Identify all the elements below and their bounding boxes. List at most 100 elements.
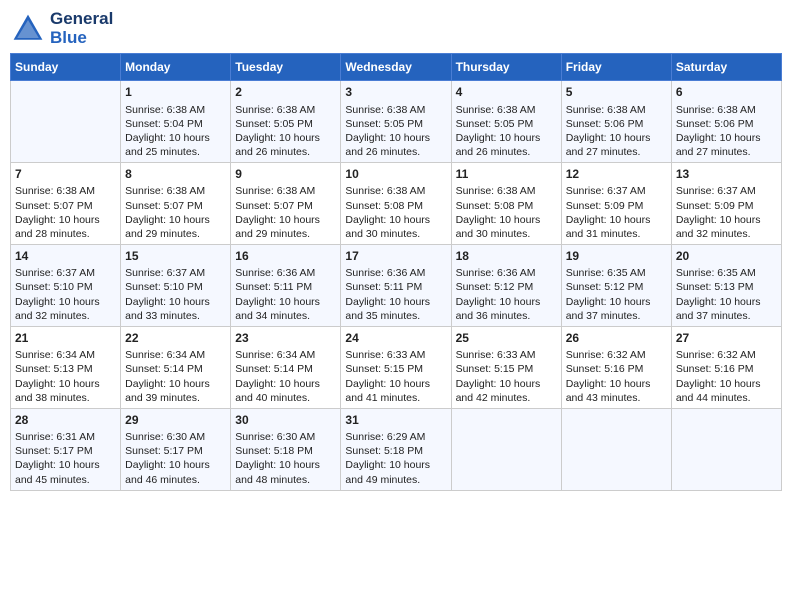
day-info: Sunrise: 6:31 AM Sunset: 5:17 PM Dayligh… <box>15 430 116 487</box>
day-info: Sunrise: 6:38 AM Sunset: 5:07 PM Dayligh… <box>125 184 226 241</box>
day-number: 5 <box>566 84 667 100</box>
calendar-cell: 16 Sunrise: 6:36 AM Sunset: 5:11 PM Dayli… <box>231 245 341 327</box>
day-number: 1 <box>125 84 226 100</box>
day-number: 21 <box>15 330 116 346</box>
day-number: 25 <box>456 330 557 346</box>
day-number: 7 <box>15 166 116 182</box>
calendar-cell: 31 Sunrise: 6:29 AM Sunset: 5:18 PM Dayli… <box>341 408 451 490</box>
day-info: Sunrise: 6:33 AM Sunset: 5:15 PM Dayligh… <box>345 348 446 405</box>
calendar-cell <box>451 408 561 490</box>
calendar-cell: 18 Sunrise: 6:36 AM Sunset: 5:12 PM Dayli… <box>451 245 561 327</box>
day-info: Sunrise: 6:36 AM Sunset: 5:11 PM Dayligh… <box>235 266 336 323</box>
day-info: Sunrise: 6:38 AM Sunset: 5:05 PM Dayligh… <box>345 103 446 160</box>
calendar-cell: 23 Sunrise: 6:34 AM Sunset: 5:14 PM Dayli… <box>231 327 341 409</box>
day-number: 30 <box>235 412 336 428</box>
day-number: 24 <box>345 330 446 346</box>
calendar-cell: 7 Sunrise: 6:38 AM Sunset: 5:07 PM Daylig… <box>11 163 121 245</box>
calendar-cell: 13Sunrise: 6:37 AM Sunset: 5:09 PM Dayli… <box>671 163 781 245</box>
week-row-2: 7 Sunrise: 6:38 AM Sunset: 5:07 PM Daylig… <box>11 163 782 245</box>
day-info: Sunrise: 6:29 AM Sunset: 5:18 PM Dayligh… <box>345 430 446 487</box>
logo-text: General Blue <box>50 10 113 47</box>
day-info: Sunrise: 6:37 AM Sunset: 5:10 PM Dayligh… <box>125 266 226 323</box>
day-info: Sunrise: 6:38 AM Sunset: 5:08 PM Dayligh… <box>456 184 557 241</box>
day-info: Sunrise: 6:30 AM Sunset: 5:17 PM Dayligh… <box>125 430 226 487</box>
day-number: 15 <box>125 248 226 264</box>
calendar-cell: 15 Sunrise: 6:37 AM Sunset: 5:10 PM Dayli… <box>121 245 231 327</box>
day-info: Sunrise: 6:35 AM Sunset: 5:13 PM Dayligh… <box>676 266 777 323</box>
calendar-cell: 25 Sunrise: 6:33 AM Sunset: 5:15 PM Dayli… <box>451 327 561 409</box>
day-number: 4 <box>456 84 557 100</box>
day-info: Sunrise: 6:35 AM Sunset: 5:12 PM Dayligh… <box>566 266 667 323</box>
day-number: 22 <box>125 330 226 346</box>
day-info: Sunrise: 6:38 AM Sunset: 5:07 PM Dayligh… <box>15 184 116 241</box>
calendar-cell <box>671 408 781 490</box>
day-info: Sunrise: 6:34 AM Sunset: 5:13 PM Dayligh… <box>15 348 116 405</box>
day-info: Sunrise: 6:36 AM Sunset: 5:12 PM Dayligh… <box>456 266 557 323</box>
day-number: 19 <box>566 248 667 264</box>
day-number: 8 <box>125 166 226 182</box>
header-sunday: Sunday <box>11 54 121 81</box>
day-info: Sunrise: 6:38 AM Sunset: 5:05 PM Dayligh… <box>235 103 336 160</box>
day-info: Sunrise: 6:37 AM Sunset: 5:10 PM Dayligh… <box>15 266 116 323</box>
calendar-cell: 27 Sunrise: 6:32 AM Sunset: 5:16 PM Dayli… <box>671 327 781 409</box>
day-info: Sunrise: 6:33 AM Sunset: 5:15 PM Dayligh… <box>456 348 557 405</box>
day-info: Sunrise: 6:32 AM Sunset: 5:16 PM Dayligh… <box>566 348 667 405</box>
calendar-cell: 28 Sunrise: 6:31 AM Sunset: 5:17 PM Dayli… <box>11 408 121 490</box>
day-number: 10 <box>345 166 446 182</box>
calendar-cell: 19 Sunrise: 6:35 AM Sunset: 5:12 PM Dayli… <box>561 245 671 327</box>
header-wednesday: Wednesday <box>341 54 451 81</box>
calendar-cell: 5 Sunrise: 6:38 AM Sunset: 5:06 PM Daylig… <box>561 81 671 163</box>
day-number: 2 <box>235 84 336 100</box>
calendar-cell: 21 Sunrise: 6:34 AM Sunset: 5:13 PM Dayli… <box>11 327 121 409</box>
page-header: General Blue <box>10 10 782 47</box>
day-info: Sunrise: 6:30 AM Sunset: 5:18 PM Dayligh… <box>235 430 336 487</box>
day-info: Sunrise: 6:34 AM Sunset: 5:14 PM Dayligh… <box>125 348 226 405</box>
calendar-cell: 6Sunrise: 6:38 AM Sunset: 5:06 PM Daylig… <box>671 81 781 163</box>
day-number: 9 <box>235 166 336 182</box>
header-saturday: Saturday <box>671 54 781 81</box>
day-info: Sunrise: 6:37 AM Sunset: 5:09 PM Dayligh… <box>676 184 777 241</box>
day-number: 17 <box>345 248 446 264</box>
calendar-cell: 26Sunrise: 6:32 AM Sunset: 5:16 PM Dayli… <box>561 327 671 409</box>
day-number: 31 <box>345 412 446 428</box>
day-number: 11 <box>456 166 557 182</box>
calendar-cell: 8 Sunrise: 6:38 AM Sunset: 5:07 PM Daylig… <box>121 163 231 245</box>
calendar-cell <box>561 408 671 490</box>
day-info: Sunrise: 6:38 AM Sunset: 5:07 PM Dayligh… <box>235 184 336 241</box>
week-row-3: 14 Sunrise: 6:37 AM Sunset: 5:10 PM Dayli… <box>11 245 782 327</box>
calendar-cell: 10 Sunrise: 6:38 AM Sunset: 5:08 PM Dayli… <box>341 163 451 245</box>
header-thursday: Thursday <box>451 54 561 81</box>
day-number: 6 <box>676 84 777 100</box>
day-number: 29 <box>125 412 226 428</box>
calendar-cell: 2 Sunrise: 6:38 AM Sunset: 5:05 PM Daylig… <box>231 81 341 163</box>
calendar-cell: 9 Sunrise: 6:38 AM Sunset: 5:07 PM Daylig… <box>231 163 341 245</box>
calendar-cell: 24 Sunrise: 6:33 AM Sunset: 5:15 PM Dayli… <box>341 327 451 409</box>
calendar-cell <box>11 81 121 163</box>
day-number: 16 <box>235 248 336 264</box>
day-number: 20 <box>676 248 777 264</box>
calendar-cell: 1 Sunrise: 6:38 AM Sunset: 5:04 PM Daylig… <box>121 81 231 163</box>
day-number: 23 <box>235 330 336 346</box>
day-number: 3 <box>345 84 446 100</box>
calendar-cell: 3 Sunrise: 6:38 AM Sunset: 5:05 PM Daylig… <box>341 81 451 163</box>
day-number: 28 <box>15 412 116 428</box>
calendar-cell: 4 Sunrise: 6:38 AM Sunset: 5:05 PM Daylig… <box>451 81 561 163</box>
day-info: Sunrise: 6:38 AM Sunset: 5:08 PM Dayligh… <box>345 184 446 241</box>
day-info: Sunrise: 6:34 AM Sunset: 5:14 PM Dayligh… <box>235 348 336 405</box>
calendar-cell: 30 Sunrise: 6:30 AM Sunset: 5:18 PM Dayli… <box>231 408 341 490</box>
calendar-cell: 29 Sunrise: 6:30 AM Sunset: 5:17 PM Dayli… <box>121 408 231 490</box>
week-row-4: 21 Sunrise: 6:34 AM Sunset: 5:13 PM Dayli… <box>11 327 782 409</box>
day-info: Sunrise: 6:38 AM Sunset: 5:04 PM Dayligh… <box>125 103 226 160</box>
day-number: 18 <box>456 248 557 264</box>
logo-icon <box>10 11 46 47</box>
calendar-header-row: SundayMondayTuesdayWednesdayThursdayFrid… <box>11 54 782 81</box>
day-info: Sunrise: 6:32 AM Sunset: 5:16 PM Dayligh… <box>676 348 777 405</box>
header-friday: Friday <box>561 54 671 81</box>
day-number: 27 <box>676 330 777 346</box>
day-info: Sunrise: 6:38 AM Sunset: 5:06 PM Dayligh… <box>566 103 667 160</box>
day-number: 12 <box>566 166 667 182</box>
week-row-5: 28 Sunrise: 6:31 AM Sunset: 5:17 PM Dayli… <box>11 408 782 490</box>
calendar-cell: 14 Sunrise: 6:37 AM Sunset: 5:10 PM Dayli… <box>11 245 121 327</box>
day-number: 14 <box>15 248 116 264</box>
day-info: Sunrise: 6:38 AM Sunset: 5:05 PM Dayligh… <box>456 103 557 160</box>
